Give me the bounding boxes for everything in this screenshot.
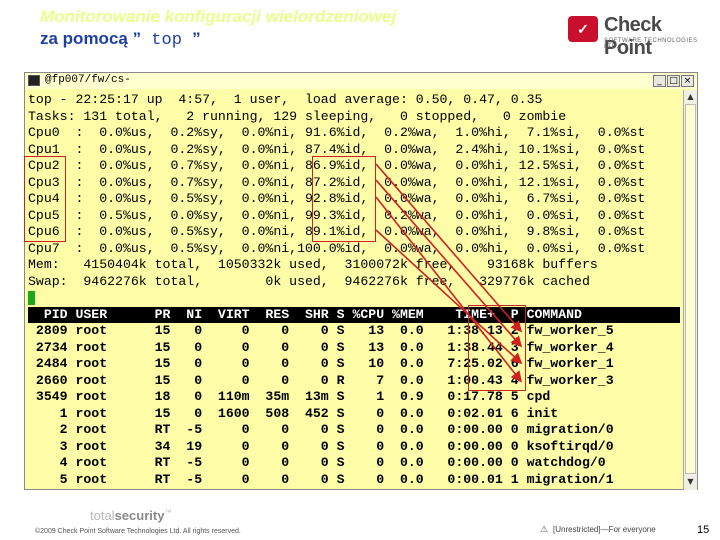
swap-line: Swap: 9462276k total, 0k used, 9462276k … (28, 273, 590, 289)
tasks-line: Tasks: 131 total, 2 running, 129 sleepin… (28, 108, 567, 124)
prompt-line (28, 290, 680, 307)
cursor-icon (28, 290, 35, 305)
close-button[interactable]: × (681, 75, 694, 87)
terminal-output: top - 22:25:17 up 4:57, 1 user, load ave… (28, 92, 680, 488)
logo-name: Check Point (604, 14, 662, 59)
warning-icon: ⚠ (540, 524, 549, 534)
classification-label: [Unrestricted]—For everyone (553, 525, 656, 534)
page-number: 15 (697, 524, 710, 536)
logo-subtitle: SOFTWARE TECHNOLOGIES LTD. (604, 38, 698, 50)
title-prefix: za pomocą ” (40, 29, 142, 48)
window-title: @fp007/fw/cs- (45, 74, 131, 86)
scroll-up-icon[interactable]: ▲ (685, 91, 696, 102)
title-command: top (141, 31, 193, 50)
window-titlebar[interactable]: @fp007/fw/cs- _ □ × (25, 73, 697, 89)
cpu0-line: Cpu0 : 0.0%us, 0.2%sy, 0.0%ni, 91.6%id, … (28, 125, 646, 140)
process-row: 5 root RT -5 0 0 0 S 0 0.0 0:00.01 1 mig… (28, 471, 614, 487)
title-line-1: Monitorowanie konfiguracji wielordzeniow… (40, 7, 397, 26)
process-row: 2 root RT -5 0 0 0 S 0 0.0 0:00.00 0 mig… (28, 422, 614, 437)
terminal-icon (28, 75, 40, 86)
footer-brand-tm: ™ (164, 509, 172, 517)
footer-brand-prefix: total (90, 508, 115, 523)
footer-brand: totalsecurity™ (90, 508, 171, 523)
check-point-logo-icon: ✓ (568, 16, 598, 42)
process-row: 1 root 15 0 1600 508 452 S 0 0.0 0:02.01… (28, 405, 559, 421)
cpu-label-highlight (24, 156, 66, 242)
idle-value-highlight (312, 156, 376, 242)
process-row: 3549 root 18 0 110m 35m 13m S 1 0.9 0:17… (28, 389, 551, 404)
process-row: 2660 root 15 0 0 0 0 R 7 0.0 1:00.43 4 f… (28, 372, 614, 388)
time-column-highlight (468, 305, 526, 391)
maximize-button[interactable]: □ (667, 75, 680, 87)
footer-brand-suffix: security (114, 508, 165, 523)
process-row: 2484 root 15 0 0 0 0 S 10 0.0 7:25.02 6 … (28, 356, 614, 371)
vertical-scrollbar[interactable]: ▲ ▼ (683, 90, 697, 490)
scroll-thumb[interactable] (685, 104, 696, 474)
minimize-button[interactable]: _ (653, 75, 666, 87)
mem-line: Mem: 4150404k total, 1050332k used, 3100… (28, 257, 598, 272)
terminal-window: @fp007/fw/cs- _ □ × top - 22:25:17 up 4:… (24, 72, 698, 490)
process-row: 3 root 34 19 0 0 0 S 0 0.0 0:00.00 0 kso… (28, 438, 614, 454)
slide-title: Monitorowanie konfiguracji wielordzeniow… (40, 6, 560, 52)
cpu7-line: Cpu7 : 0.0%us, 0.5%sy, 0.0%ni,100.0%id, … (28, 240, 646, 256)
scroll-down-icon[interactable]: ▼ (685, 476, 696, 487)
process-row: 2734 root 15 0 0 0 0 S 13 0.0 1:38.44 3 … (28, 339, 614, 355)
process-row: 4 root RT -5 0 0 0 S 0 0.0 0:00.00 0 wat… (28, 455, 606, 470)
process-row: 2809 root 15 0 0 0 0 S 13 0.0 1:38.13 2 … (28, 323, 614, 338)
process-table-header: PID USER PR NI VIRT RES SHR S %CPU %MEM … (28, 306, 680, 323)
check-point-logo: ✓ Check Point SOFTWARE TECHNOLOGIES LTD. (568, 14, 708, 59)
title-line-2: za pomocą ” top ” (40, 28, 560, 52)
title-suffix: ” (192, 29, 201, 48)
uptime-line: top - 22:25:17 up 4:57, 1 user, load ave… (28, 92, 543, 107)
copyright-text: ©2009 Check Point Software Technologies … (35, 528, 241, 535)
